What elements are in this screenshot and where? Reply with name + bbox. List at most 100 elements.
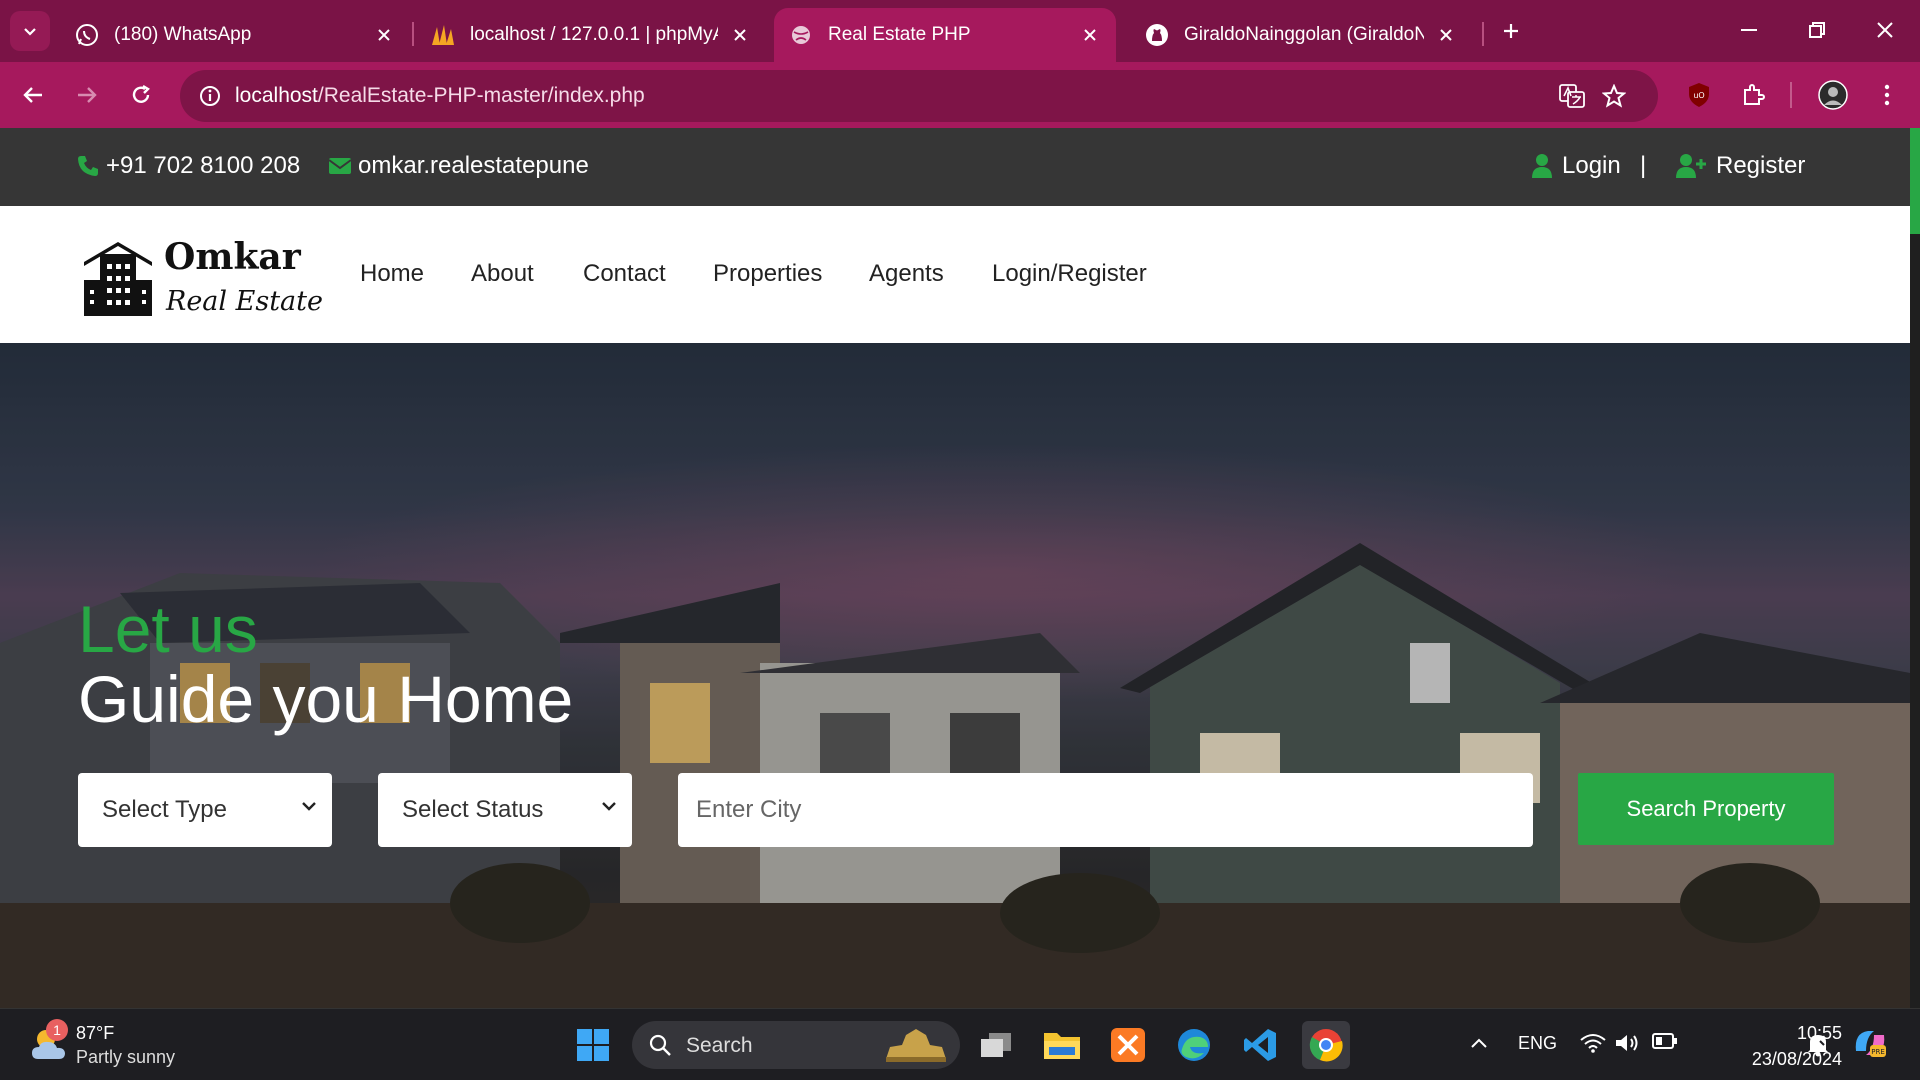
- type-select-value: Select Type: [102, 796, 227, 823]
- search-property-button[interactable]: Search Property: [1578, 773, 1834, 845]
- hero-banner: Let us Guide you Home Select Type Select…: [0, 343, 1910, 1008]
- browser-menu-button[interactable]: [1868, 76, 1906, 114]
- chevron-up-icon: [1471, 1038, 1487, 1048]
- status-select[interactable]: Select Status: [378, 773, 632, 847]
- notification-badge: 1: [46, 1019, 68, 1041]
- user-plus-icon: [1676, 154, 1706, 178]
- forward-button[interactable]: [68, 76, 106, 114]
- address-bar[interactable]: localhost/RealEstate-PHP-master/index.ph…: [180, 70, 1658, 122]
- close-icon[interactable]: [728, 23, 752, 47]
- close-icon[interactable]: [1078, 23, 1102, 47]
- windows-taskbar: 1 87°F Partly sunny Search ENG 10:55 23/…: [0, 1008, 1920, 1080]
- phone-icon: [78, 156, 98, 176]
- search-label: Search: [686, 1034, 753, 1057]
- notification-bell-icon[interactable]: [1806, 1031, 1830, 1062]
- tab-separator: [412, 22, 414, 46]
- site-top-bar: +91 702 8100 208 omkar.realestatepune Lo…: [0, 128, 1920, 206]
- task-view-button[interactable]: [972, 1021, 1020, 1069]
- bookmark-star-icon[interactable]: [1598, 80, 1630, 112]
- city-input[interactable]: Enter City: [678, 773, 1533, 847]
- tab-title: localhost / 127.0.0.1 | phpMyAd: [470, 24, 718, 45]
- whatsapp-icon: [74, 22, 100, 48]
- copilot-icon[interactable]: PRE: [1852, 1027, 1888, 1064]
- hero-heading-line-1: Let us: [78, 592, 258, 666]
- plus-icon: [1504, 24, 1518, 38]
- ublock-icon[interactable]: uO: [1680, 76, 1718, 114]
- kebab-menu-icon: [1884, 84, 1890, 106]
- wifi-icon[interactable]: [1580, 1033, 1606, 1058]
- login-link[interactable]: Login: [1532, 152, 1621, 180]
- back-button[interactable]: [14, 76, 52, 114]
- search-icon: [649, 1034, 671, 1056]
- site-info-icon[interactable]: [194, 80, 226, 112]
- building-logo-icon[interactable]: [82, 240, 154, 321]
- extensions-puzzle-icon[interactable]: [1734, 76, 1772, 114]
- toolbar-separator: [1790, 82, 1792, 108]
- topbar-separator: |: [1640, 152, 1646, 180]
- nav-about[interactable]: About: [471, 260, 534, 288]
- battery-icon[interactable]: [1652, 1033, 1678, 1054]
- xampp-button[interactable]: [1104, 1021, 1152, 1069]
- arrow-left-icon: [23, 87, 42, 103]
- tab-search-button[interactable]: [10, 11, 50, 51]
- language-indicator[interactable]: ENG: [1518, 1033, 1557, 1054]
- nav-agents[interactable]: Agents: [869, 260, 944, 288]
- phpmyadmin-icon: [430, 22, 456, 48]
- browser-toolbar: localhost/RealEstate-PHP-master/index.ph…: [0, 62, 1920, 128]
- chrome-icon: [1309, 1029, 1343, 1062]
- translate-icon[interactable]: [1556, 80, 1588, 112]
- nav-home[interactable]: Home: [360, 260, 424, 288]
- chevron-down-icon: [302, 802, 316, 811]
- tab-real-estate-php[interactable]: Real Estate PHP: [774, 8, 1116, 62]
- register-link[interactable]: Register: [1676, 152, 1805, 180]
- tab-phpmyadmin[interactable]: localhost / 127.0.0.1 | phpMyAd: [416, 8, 766, 62]
- profile-avatar[interactable]: [1814, 76, 1852, 114]
- reload-button[interactable]: [122, 76, 160, 114]
- start-button[interactable]: [569, 1021, 617, 1069]
- brand-name[interactable]: Omkar: [164, 236, 301, 278]
- contact-email[interactable]: omkar.realestatepune: [328, 152, 589, 180]
- chevron-down-icon: [24, 28, 36, 36]
- envelope-icon: [328, 158, 352, 174]
- type-select[interactable]: Select Type: [78, 773, 332, 847]
- hero-heading-line-2: Guide you Home: [78, 662, 574, 736]
- edge-icon: [1178, 1029, 1210, 1061]
- tab-github[interactable]: GiraldoNainggolan (GiraldoNai: [1130, 8, 1472, 62]
- city-placeholder: Enter City: [696, 796, 802, 823]
- show-hidden-icons-button[interactable]: [1470, 1033, 1488, 1054]
- restore-button[interactable]: [1792, 12, 1842, 48]
- url-text[interactable]: localhost/RealEstate-PHP-master/index.ph…: [235, 84, 645, 108]
- new-tab-button[interactable]: [1494, 14, 1528, 48]
- status-select-value: Select Status: [402, 796, 544, 823]
- brand-tagline: Real Estate: [166, 286, 323, 317]
- close-icon[interactable]: [1434, 23, 1458, 47]
- chevron-down-icon: [602, 802, 616, 811]
- user-icon: [1532, 154, 1552, 178]
- restore-icon: [1809, 22, 1825, 38]
- vscode-button[interactable]: [1236, 1021, 1284, 1069]
- taskbar-search[interactable]: Search: [632, 1021, 960, 1069]
- email-address: omkar.realestatepune: [358, 152, 589, 179]
- close-window-button[interactable]: [1860, 12, 1910, 48]
- login-label: Login: [1562, 152, 1621, 179]
- weather-description: Partly sunny: [76, 1047, 176, 1067]
- tab-whatsapp[interactable]: (180) WhatsApp: [60, 8, 410, 62]
- chrome-button[interactable]: [1302, 1021, 1350, 1069]
- volume-icon[interactable]: [1614, 1033, 1640, 1058]
- weather-temperature: 87°F: [76, 1023, 115, 1043]
- nav-properties[interactable]: Properties: [713, 260, 822, 288]
- contact-phone[interactable]: +91 702 8100 208: [76, 152, 300, 180]
- close-icon[interactable]: [372, 23, 396, 47]
- register-label: Register: [1716, 152, 1806, 179]
- page-scrollbar-thumb[interactable]: [1910, 128, 1920, 234]
- windows-logo-icon: [577, 1029, 609, 1061]
- xampp-icon: [1111, 1028, 1145, 1062]
- nav-login-register[interactable]: Login/Register: [992, 260, 1147, 288]
- edge-button[interactable]: [1170, 1021, 1218, 1069]
- arrow-right-icon: [78, 87, 97, 103]
- nav-contact[interactable]: Contact: [583, 260, 666, 288]
- minimize-button[interactable]: [1724, 12, 1774, 48]
- svg-text:uO: uO: [1693, 91, 1704, 100]
- file-explorer-button[interactable]: [1038, 1021, 1086, 1069]
- separator-text: |: [1640, 152, 1647, 179]
